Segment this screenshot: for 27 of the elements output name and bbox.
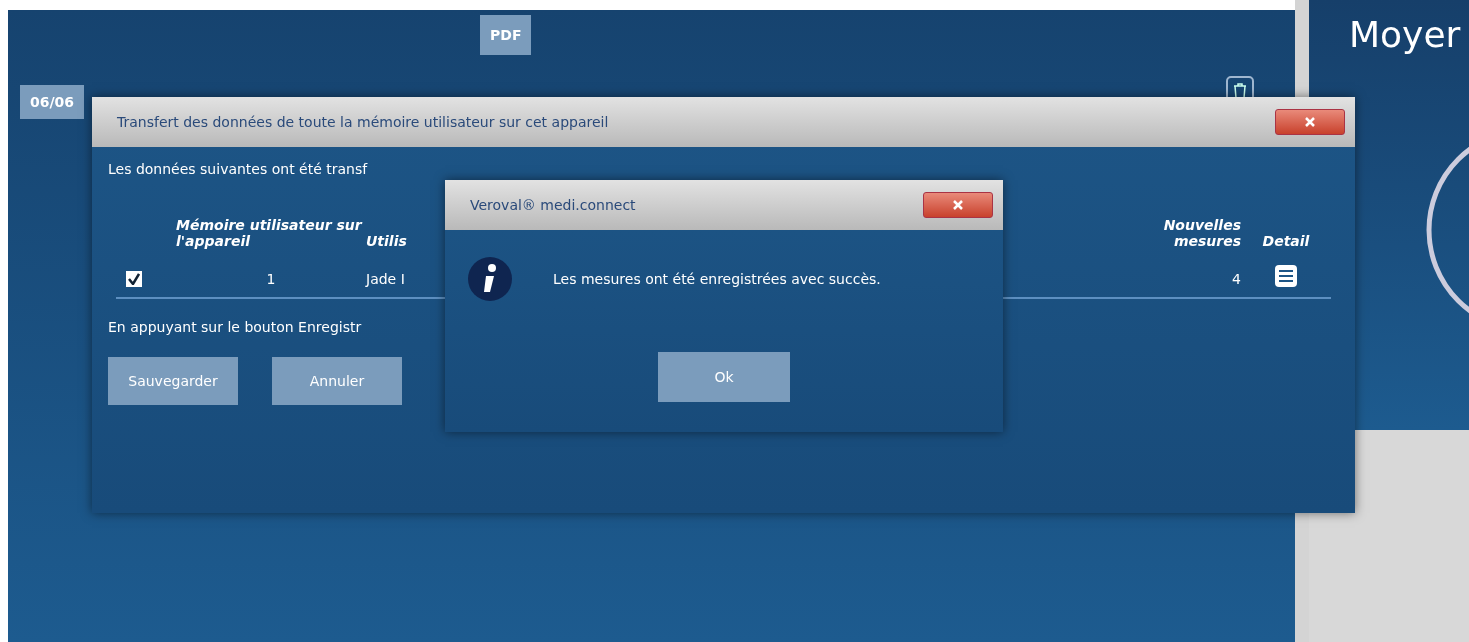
dialog-title: Veroval® medi.connect	[470, 197, 636, 213]
trash-icon	[1233, 83, 1247, 99]
dialog-title: Transfert des données de toute la mémoire utilisateur sur cet appareil	[117, 114, 609, 130]
table-cell-text: 4	[1231, 271, 1241, 287]
column-header: Mémoire utilisateur sur l'appareil	[176, 217, 364, 249]
intro-text: Les données suivantes ont été transf	[108, 161, 369, 177]
check-icon	[128, 273, 140, 285]
cancel-button[interactable]: Annuler	[272, 357, 402, 405]
list-icon[interactable]	[1275, 265, 1297, 287]
close-icon	[1305, 117, 1315, 127]
date-button[interactable]: 06/06	[20, 85, 85, 119]
pdf-button[interactable]: PDF	[480, 15, 532, 55]
message-text: Les mesures ont été enregistrées avec succès.	[553, 271, 881, 287]
table-cell: Jade I	[366, 271, 405, 287]
note-text: En appuyant sur le bouton Enregistr	[108, 319, 363, 335]
table-cell-text: 1	[265, 271, 277, 287]
close-button[interactable]	[923, 192, 993, 218]
column-header: Utilis	[366, 233, 408, 249]
close-icon	[953, 200, 963, 210]
save-button[interactable]: Sauvegarder	[108, 357, 238, 405]
info-icon	[467, 256, 513, 302]
panel-title: Moyer	[1349, 14, 1461, 55]
ok-button[interactable]: Ok	[658, 352, 790, 402]
close-button[interactable]	[1275, 109, 1345, 135]
column-header: Detail	[1261, 233, 1311, 249]
column-header: Nouvelles mesures	[1162, 217, 1241, 249]
row-checkbox[interactable]	[126, 271, 142, 287]
